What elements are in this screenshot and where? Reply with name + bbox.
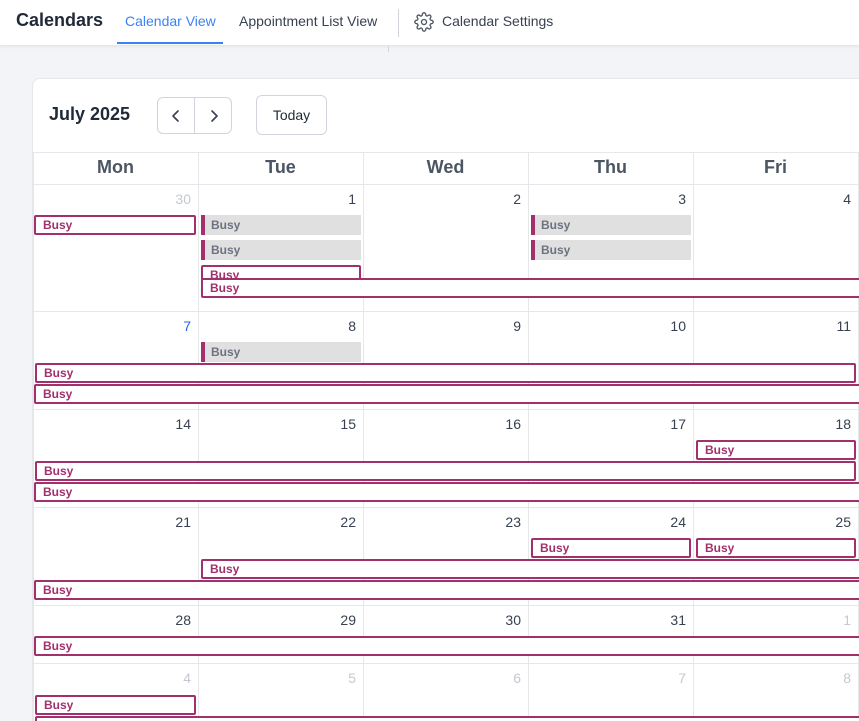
grid-line [33, 409, 859, 410]
day-number[interactable]: 9 [491, 318, 521, 334]
day-number[interactable]: 5 [326, 670, 356, 686]
tab-calendar-view[interactable]: Calendar View [125, 13, 216, 29]
day-number[interactable]: 24 [656, 514, 686, 530]
active-tab-indicator [117, 42, 223, 44]
day-number[interactable]: 11 [821, 318, 851, 334]
grid-line [33, 507, 859, 508]
day-number[interactable]: 23 [491, 514, 521, 530]
next-month-button[interactable] [195, 98, 232, 133]
busy-event[interactable]: Busy [35, 461, 856, 481]
day-number[interactable]: 2 [491, 191, 521, 207]
busy-event[interactable]: Busy [34, 636, 859, 656]
weekday-header: Tue [265, 157, 296, 177]
day-number[interactable]: 4 [161, 670, 191, 686]
busy-event[interactable]: Busy [201, 342, 361, 362]
day-number[interactable]: 18 [821, 416, 851, 432]
day-number[interactable]: 6 [491, 670, 521, 686]
day-number[interactable]: 29 [326, 612, 356, 628]
top-bar: Calendars Calendar View Appointment List… [0, 0, 859, 46]
day-number[interactable]: 1 [821, 612, 851, 628]
day-number[interactable]: 7 [161, 318, 191, 334]
busy-event[interactable]: Busy [531, 538, 691, 558]
weekday-header: Thu [594, 157, 627, 177]
busy-event[interactable]: Busy [201, 240, 361, 260]
busy-event[interactable]: Busy [531, 215, 691, 235]
busy-event[interactable]: Busy [696, 538, 856, 558]
day-number[interactable]: 3 [656, 191, 686, 207]
day-number[interactable]: 30 [161, 191, 191, 207]
day-number[interactable]: 1 [326, 191, 356, 207]
day-number[interactable]: 14 [161, 416, 191, 432]
tab-calendar-settings[interactable]: Calendar Settings [442, 13, 553, 29]
today-button[interactable]: Today [256, 95, 327, 135]
day-number[interactable]: 22 [326, 514, 356, 530]
busy-event[interactable]: Busy [34, 580, 859, 600]
day-number[interactable]: 15 [326, 416, 356, 432]
busy-event[interactable]: Busy [35, 716, 859, 721]
day-number[interactable]: 4 [821, 191, 851, 207]
day-number[interactable]: 28 [161, 612, 191, 628]
day-number[interactable]: 30 [491, 612, 521, 628]
grid-line [33, 311, 859, 312]
grid-line [33, 663, 859, 664]
day-number[interactable]: 16 [491, 416, 521, 432]
chevron-right-icon [210, 109, 218, 122]
busy-event[interactable]: Busy [531, 240, 691, 260]
day-number[interactable]: 17 [656, 416, 686, 432]
divider [388, 46, 389, 52]
day-number[interactable]: 10 [656, 318, 686, 334]
busy-event[interactable]: Busy [696, 440, 856, 460]
month-title: July 2025 [49, 104, 131, 124]
busy-event[interactable]: Busy [201, 278, 859, 298]
busy-event[interactable]: Busy [201, 215, 361, 235]
busy-event[interactable]: Busy [35, 695, 196, 715]
day-number[interactable]: 31 [656, 612, 686, 628]
day-number[interactable]: 25 [821, 514, 851, 530]
busy-event[interactable]: Busy [201, 559, 859, 579]
month-navigation [157, 97, 232, 134]
weekday-header: Fri [763, 157, 787, 177]
day-number[interactable]: 8 [326, 318, 356, 334]
day-number[interactable]: 7 [656, 670, 686, 686]
day-number[interactable]: 8 [821, 670, 851, 686]
app-title: Calendars [16, 10, 104, 30]
busy-event[interactable]: Busy [34, 215, 196, 235]
grid-line [33, 152, 859, 153]
grid-line [33, 605, 859, 606]
day-number[interactable]: 21 [161, 514, 191, 530]
grid-line [33, 184, 859, 185]
chevron-left-icon [172, 109, 179, 122]
busy-event[interactable]: Busy [34, 384, 859, 404]
previous-month-button[interactable] [158, 98, 195, 133]
gear-icon[interactable] [414, 12, 434, 32]
tab-divider [398, 9, 399, 37]
busy-event[interactable]: Busy [34, 482, 859, 502]
weekday-header: Wed [426, 157, 465, 177]
busy-event[interactable]: Busy [35, 363, 856, 383]
weekday-header: Mon [97, 157, 134, 177]
tab-appointment-list-view[interactable]: Appointment List View [239, 13, 377, 29]
